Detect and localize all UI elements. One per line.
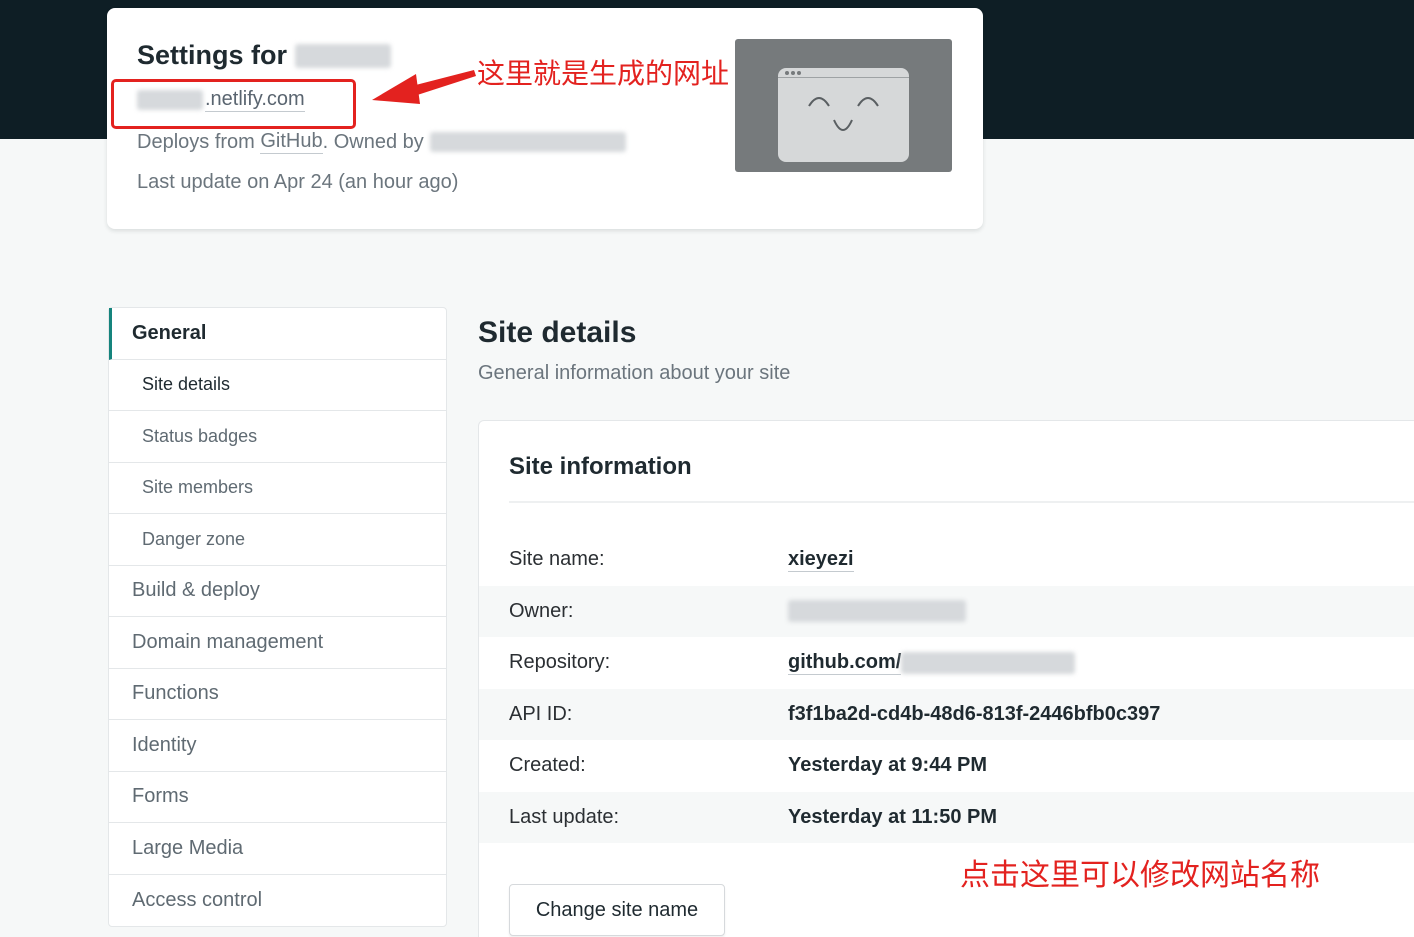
sidebar-item-access-control[interactable]: Access control	[109, 875, 446, 927]
site-info-table: Site name: xieyezi Owner: Repository: gi…	[479, 534, 1414, 843]
page-title: Site details	[478, 316, 637, 349]
settings-sidebar: General Site details Status badges Site …	[108, 307, 447, 927]
sidebar-item-status-badges[interactable]: Status badges	[109, 411, 446, 463]
card-title: Site information	[509, 453, 692, 480]
redacted-site-name	[295, 43, 392, 68]
table-row: Owner:	[479, 585, 1414, 637]
site-url-link[interactable]: .netlify.com	[137, 88, 305, 112]
table-row: Site name: xieyezi	[509, 547, 854, 572]
preview-placeholder-window	[778, 68, 909, 162]
sidebar-item-domain-management[interactable]: Domain management	[109, 617, 446, 669]
sidebar-item-build-deploy[interactable]: Build & deploy	[109, 566, 446, 617]
sidebar-item-site-details[interactable]: Site details	[109, 360, 446, 411]
sidebar-item-site-members[interactable]: Site members	[109, 463, 446, 514]
owner-value	[788, 600, 966, 623]
repository-value[interactable]: github.com/	[788, 651, 1076, 675]
table-row: API ID: f3f1ba2d-cd4b-48d6-813f-2446bfb0…	[479, 688, 1414, 740]
api-id-value: f3f1ba2d-cd4b-48d6-813f-2446bfb0c397	[788, 702, 1161, 725]
redacted-subdomain	[137, 90, 203, 110]
annotation-rename-note: 点击这里可以修改网站名称	[960, 858, 1320, 893]
sidebar-item-identity[interactable]: Identity	[109, 720, 446, 772]
sidebar-item-danger-zone[interactable]: Danger zone	[109, 514, 446, 566]
sidebar-item-large-media[interactable]: Large Media	[109, 823, 446, 875]
change-site-name-button[interactable]: Change site name	[509, 884, 725, 936]
divider	[509, 501, 1414, 503]
github-link[interactable]: GitHub	[260, 130, 323, 154]
sidebar-item-forms[interactable]: Forms	[109, 772, 446, 823]
table-row: Created: Yesterday at 9:44 PM	[509, 754, 987, 777]
redacted-repo-path	[901, 651, 1076, 674]
created-value: Yesterday at 9:44 PM	[788, 754, 987, 777]
annotation-url-note: 这里就是生成的网址	[477, 57, 730, 90]
site-settings-title: Settings for	[137, 40, 392, 71]
deploy-info: Deploys from GitHub. Owned by	[137, 130, 626, 154]
sidebar-item-functions[interactable]: Functions	[109, 669, 446, 720]
redacted-owner-name	[788, 600, 966, 623]
sidebar-item-general[interactable]: General	[109, 308, 446, 360]
page-subtitle: General information about your site	[478, 362, 791, 384]
site-preview-thumbnail[interactable]	[735, 39, 952, 172]
last-update-text: Last update on Apr 24 (an hour ago)	[137, 171, 459, 193]
site-name-value[interactable]: xieyezi	[788, 548, 854, 572]
last-update-value: Yesterday at 11:50 PM	[788, 805, 998, 828]
site-header-card: Settings for .netlify.com Deploys from G…	[107, 8, 983, 229]
table-row: Repository: github.com/	[479, 637, 1414, 689]
redacted-owner	[429, 132, 626, 152]
table-row: Last update: Yesterday at 11:50 PM	[479, 791, 1414, 843]
smiley-face-icon	[808, 97, 879, 131]
